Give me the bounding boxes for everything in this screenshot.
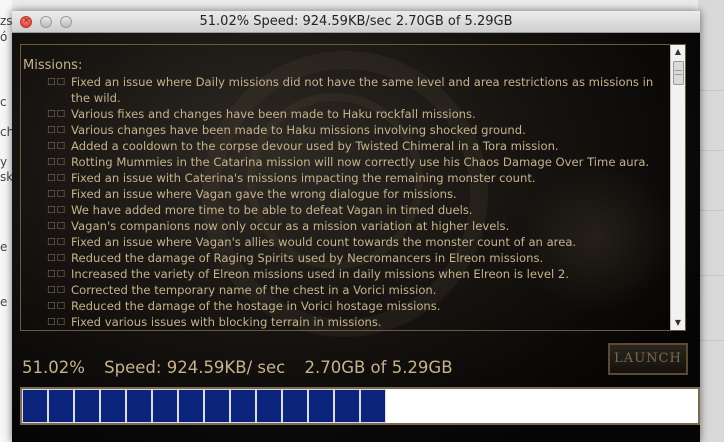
patch-notes-panel[interactable]: Missions: □□ Fixed an issue where Daily m… (20, 44, 686, 331)
patch-notes-text: Missions: □□ Fixed an issue where Daily m… (21, 45, 671, 330)
patch-note-text: Fixed various issues with blocking terra… (71, 315, 382, 329)
download-status: 51.02% Speed: 924.59KB/ sec 2.70GB of 5.… (22, 358, 467, 377)
patch-note-text: Reduced the damage of Raging Spirits use… (71, 251, 544, 265)
download-progress-bar (20, 387, 700, 425)
scroll-up-arrow-icon[interactable]: ▲ (671, 45, 685, 59)
patch-note-item: □□ Various fixes and changes have been ma… (23, 106, 671, 122)
background-document: zs ó c ch y sk e e (0, 0, 14, 442)
bullet-icon: □□ (47, 125, 67, 135)
patch-note-item: □□ Vagan's companions now only occur as a… (23, 218, 671, 234)
bullet-icon: □□ (47, 157, 67, 167)
progress-block (153, 390, 177, 422)
patch-note-item: □□ Fixed an issue where Vagan's allies wo… (23, 234, 671, 250)
download-speed: Speed: 924.59KB/ sec (104, 358, 286, 377)
patch-note-item: □□ Fixed various issues with blocking ter… (23, 314, 671, 330)
scroll-down-arrow-icon[interactable]: ▼ (671, 316, 685, 330)
patch-note-item: □□ Various changes have been made to Haku… (23, 122, 671, 138)
patch-note-item: □□ Added a cooldown to the corpse devour … (23, 138, 671, 154)
bullet-icon: □□ (47, 237, 67, 247)
patch-notes-list: □□ Fixed an issue where Daily missions di… (23, 74, 671, 330)
title-bar[interactable]: 51.02% Speed: 924.59KB/sec 2.70GB of 5.2… (12, 11, 700, 33)
progress-block (23, 390, 47, 422)
bullet-icon: □□ (47, 109, 67, 119)
patch-note-item: □□ Reduced the damage of the hostage in V… (23, 298, 671, 314)
progress-block (49, 390, 73, 422)
patch-note-text: Added a cooldown to the corpse devour us… (71, 139, 559, 153)
bullet-icon: □□ (47, 77, 67, 87)
bullet-icon: □□ (47, 221, 67, 231)
patch-note-item: □□ Increased the variety of Elreon missio… (23, 266, 671, 282)
bullet-icon: □□ (47, 173, 67, 183)
progress-block (283, 390, 307, 422)
progress-block (205, 390, 229, 422)
patch-note-item: □□ Fixed an issue with Caterina's mission… (23, 170, 671, 186)
progress-block (179, 390, 203, 422)
progress-block (127, 390, 151, 422)
patch-notes-scrollbar[interactable]: ▲ ▼ (670, 45, 685, 330)
progress-block (75, 390, 99, 422)
progress-block (231, 390, 255, 422)
progress-filled-blocks (23, 390, 387, 422)
launch-button[interactable]: LAUNCH (608, 343, 688, 375)
progress-block (101, 390, 125, 422)
patcher-window: 51.02% Speed: 924.59KB/sec 2.70GB of 5.2… (12, 11, 700, 442)
scrollbar-thumb[interactable] (673, 61, 684, 85)
patch-note-item: □□ Corrected the temporary name of the ch… (23, 282, 671, 298)
patcher-content: Missions: □□ Fixed an issue where Daily m… (12, 33, 700, 442)
bullet-icon: □□ (47, 205, 67, 215)
patch-note-text: Increased the variety of Elreon missions… (71, 267, 569, 281)
patch-note-item: □□ Fixed an issue where Daily missions di… (23, 74, 671, 106)
patch-note-text: Fixed an issue with Caterina's missions … (71, 171, 536, 185)
background-window-edge (698, 0, 724, 442)
patch-note-text: Fixed an issue where Vagan gave the wron… (71, 187, 457, 201)
progress-block (361, 390, 385, 422)
patch-note-text: Reduced the damage of the hostage in Vor… (71, 299, 441, 313)
patch-note-item: □□ We have added more time to be able to … (23, 202, 671, 218)
patch-note-text: Corrected the temporary name of the ches… (71, 283, 437, 297)
bullet-icon: □□ (47, 189, 67, 199)
patch-note-item: □□ Fixed an issue where Vagan gave the wr… (23, 186, 671, 202)
patch-note-text: Various fixes and changes have been made… (71, 107, 476, 121)
patch-note-item: □□ Reduced the damage of Raging Spirits u… (23, 250, 671, 266)
progress-block (335, 390, 359, 422)
patch-note-text: Vagan's companions now only occur as a m… (71, 219, 510, 233)
progress-block (309, 390, 333, 422)
patch-note-text: We have added more time to be able to de… (71, 203, 473, 217)
patch-note-text: Fixed an issue where Daily missions did … (71, 75, 654, 105)
bullet-icon: □□ (47, 317, 67, 327)
bullet-icon: □□ (47, 269, 67, 279)
window-title: 51.02% Speed: 924.59KB/sec 2.70GB of 5.2… (199, 14, 513, 29)
patch-note-text: Fixed an issue where Vagan's allies woul… (71, 235, 577, 249)
bullet-icon: □□ (47, 285, 67, 295)
progress-block (257, 390, 281, 422)
progress-remaining (386, 389, 698, 423)
bullet-icon: □□ (47, 301, 67, 311)
download-size: 2.70GB of 5.29GB (304, 358, 453, 377)
patch-note-text: Rotting Mummies in the Catarina mission … (71, 155, 650, 169)
patch-note-item: □□ Rotting Mummies in the Catarina missio… (23, 154, 671, 170)
patch-notes-heading: Missions: (23, 58, 83, 73)
bullet-icon: □□ (47, 141, 67, 151)
bullet-icon: □□ (47, 253, 67, 263)
download-percent: 51.02% (22, 358, 85, 377)
patch-note-text: Various changes have been made to Haku m… (71, 123, 526, 137)
